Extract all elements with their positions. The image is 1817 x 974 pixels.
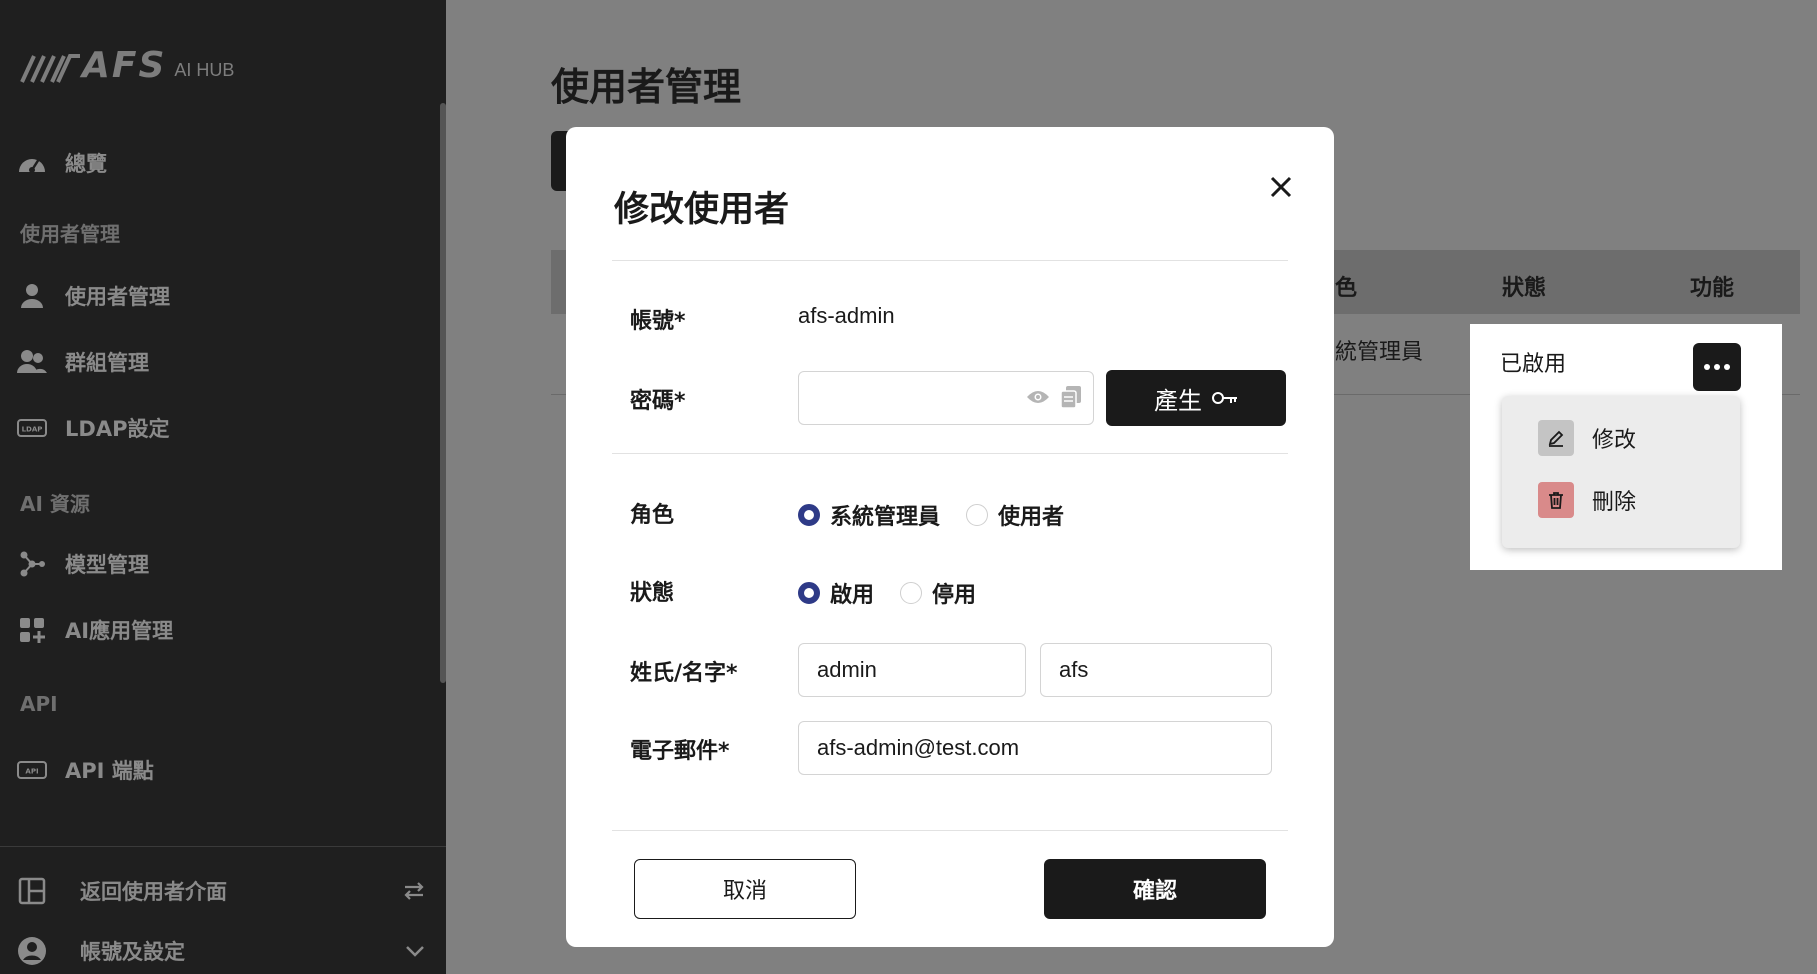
menu-item-delete[interactable]: 刪除 (1538, 480, 1636, 520)
row-actions-button[interactable] (1693, 343, 1741, 391)
logo-subtext: AI HUB (174, 60, 235, 80)
modal-divider (612, 260, 1288, 261)
row-actions-menu: 修改 刪除 (1502, 396, 1740, 548)
sidebar-item-models[interactable]: 模型管理 (16, 544, 149, 584)
afs-logo-mark-icon (20, 54, 80, 83)
swap-icon (402, 879, 426, 903)
svg-text:LDAP: LDAP (22, 426, 43, 434)
column-header-actions: 功能 (1690, 276, 1735, 301)
confirm-button[interactable]: 確認 (1044, 859, 1266, 919)
sidebar-item-label: API 端點 (65, 759, 154, 783)
sidebar-item-api-endpoints[interactable]: API API 端點 (16, 750, 154, 790)
copy-icon[interactable] (1060, 385, 1082, 413)
sidebar-section-ai-resources: AI 資源 (20, 492, 90, 516)
account-settings-label: 帳號及設定 (80, 940, 185, 964)
trash-icon (1538, 482, 1574, 518)
role-option-admin[interactable]: 系統管理員 (798, 499, 940, 531)
sidebar-item-groups[interactable]: 群組管理 (16, 342, 149, 382)
menu-item-edit[interactable]: 修改 (1538, 418, 1636, 458)
sidebar-section-api: API (20, 692, 58, 716)
account-value: afs-admin (798, 303, 895, 328)
sidebar-scrollbar[interactable] (440, 103, 446, 683)
key-icon (1212, 392, 1237, 404)
first-name-input[interactable] (1040, 643, 1272, 697)
status-badge: 已啟用 (1500, 352, 1567, 377)
account-icon (16, 935, 48, 967)
status-option-disabled[interactable]: 停用 (900, 577, 976, 609)
sidebar-item-ai-apps[interactable]: AI應用管理 (16, 610, 173, 650)
generate-button-label: 產生 (1154, 386, 1202, 415)
status-radio-group: 啟用 停用 (798, 577, 1002, 609)
page-title: 使用者管理 (551, 65, 742, 109)
menu-item-label: 刪除 (1592, 490, 1637, 515)
sidebar-item-label: 群組管理 (65, 351, 149, 375)
sidebar-item-users[interactable]: 使用者管理 (16, 276, 170, 316)
eye-icon[interactable] (1026, 389, 1050, 409)
account-settings[interactable]: 帳號及設定 (16, 931, 426, 971)
model-icon (16, 548, 48, 580)
sidebar-bottom: 返回使用者介面 帳號及設定 (0, 846, 446, 974)
modal-divider (612, 830, 1288, 831)
edit-user-modal: 修改使用者 帳號* afs-admin 密碼* 產生 角色 系統管理員 使用者 … (566, 127, 1334, 947)
layout-icon (16, 875, 48, 907)
status-label: 狀態 (630, 581, 675, 606)
name-label: 姓氏/名字* (630, 661, 738, 686)
sidebar-section-users: 使用者管理 (20, 222, 120, 246)
role-option-user[interactable]: 使用者 (966, 499, 1064, 531)
group-icon (16, 346, 48, 378)
role-label: 角色 (630, 503, 675, 528)
table-cell-role: 統管理員 (1335, 340, 1424, 365)
svg-text:API: API (25, 768, 38, 776)
more-icon (1704, 364, 1730, 370)
role-option-label: 使用者 (998, 505, 1065, 530)
logo-text: AFS (82, 45, 167, 86)
email-label: 電子郵件* (630, 739, 730, 764)
radio-selected[interactable] (798, 582, 820, 604)
column-header-status: 狀態 (1502, 276, 1547, 301)
sidebar-item-label: AI應用管理 (65, 619, 174, 643)
api-icon: API (16, 754, 48, 786)
sidebar-item-label: 總覽 (65, 152, 107, 176)
sidebar-item-ldap[interactable]: LDAP LDAP設定 (16, 408, 169, 448)
email-field[interactable] (798, 721, 1272, 775)
sidebar-item-label: LDAP設定 (65, 417, 170, 441)
sidebar-item-overview[interactable]: 總覽 (16, 143, 107, 183)
password-label: 密碼* (630, 389, 686, 414)
edit-icon (1538, 420, 1574, 456)
modal-divider (612, 453, 1288, 454)
brand-logo[interactable]: AFS AI HUB (18, 48, 234, 84)
menu-item-label: 修改 (1592, 428, 1637, 453)
role-option-label: 系統管理員 (830, 505, 941, 530)
modal-close-button[interactable] (1263, 169, 1299, 205)
sidebar: AFS AI HUB 總覽 使用者管理 使用者管理 群組管理 LDAP LDAP… (0, 0, 446, 974)
password-tools (1026, 385, 1082, 413)
role-radio-group: 系統管理員 使用者 (798, 499, 1090, 531)
back-to-user-ui[interactable]: 返回使用者介面 (16, 871, 426, 911)
account-label: 帳號* (630, 309, 686, 334)
modal-title: 修改使用者 (614, 190, 790, 230)
ldap-icon: LDAP (16, 412, 48, 444)
dashboard-icon (16, 147, 48, 179)
generate-password-button[interactable]: 產生 (1106, 370, 1286, 426)
cancel-button[interactable]: 取消 (634, 859, 856, 919)
last-name-input[interactable] (798, 643, 1026, 697)
status-option-label: 停用 (932, 583, 977, 608)
radio-unselected[interactable] (900, 582, 923, 604)
user-icon (16, 280, 48, 312)
column-header-role: 色 (1335, 276, 1358, 301)
status-option-label: 啟用 (830, 583, 875, 608)
sidebar-item-label: 使用者管理 (65, 285, 170, 309)
back-to-user-ui-label: 返回使用者介面 (80, 880, 227, 904)
status-option-enabled[interactable]: 啟用 (798, 577, 874, 609)
close-icon (1270, 176, 1292, 198)
chevron-down-icon (404, 944, 426, 958)
radio-unselected[interactable] (966, 504, 989, 526)
sidebar-item-label: 模型管理 (65, 553, 149, 577)
radio-selected[interactable] (798, 504, 820, 526)
apps-icon (16, 614, 48, 646)
